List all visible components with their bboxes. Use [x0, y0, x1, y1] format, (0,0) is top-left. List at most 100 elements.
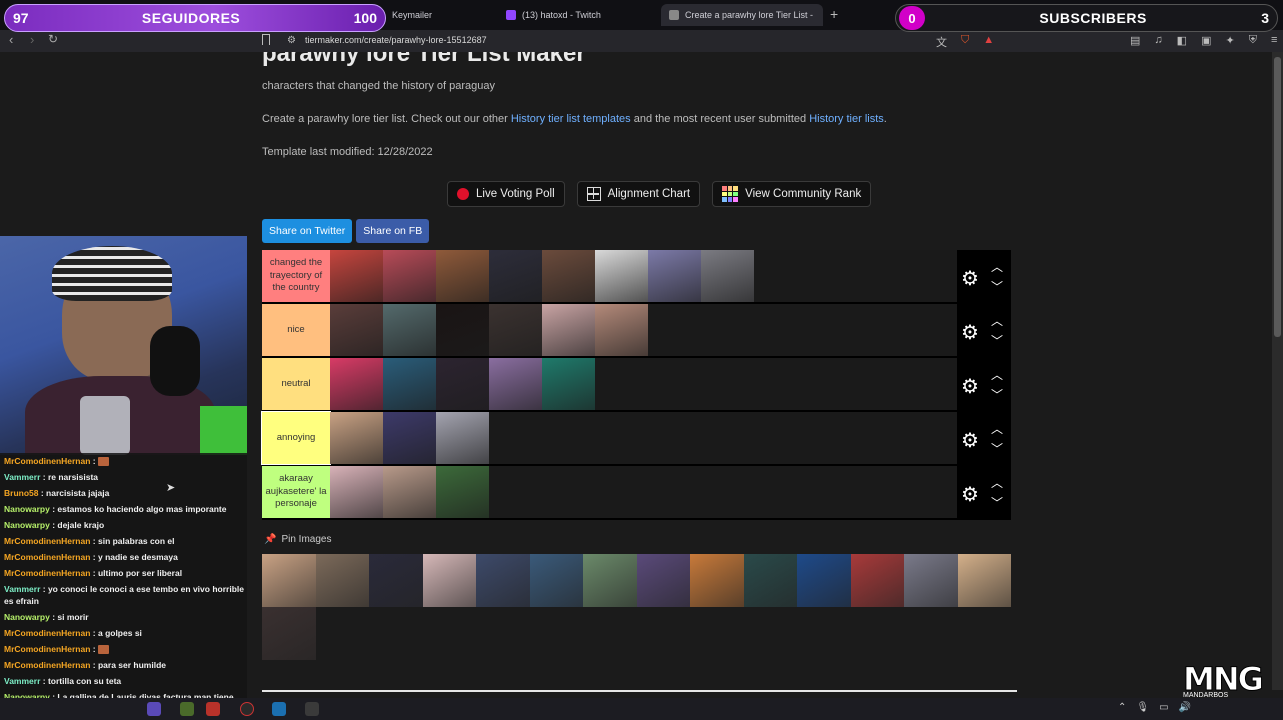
pin-images-toggle[interactable]: 📌 Pin Images [264, 534, 331, 545]
chevron-down-icon[interactable]: ﹀ [991, 278, 1003, 295]
chat-username[interactable]: MrComodinenHernan [4, 536, 90, 546]
url-field[interactable]: tiermaker.com/create/parawhy-lore-155126… [305, 35, 487, 45]
share-fb-button[interactable]: Share on FB [356, 219, 430, 243]
pool-item-image[interactable] [690, 554, 744, 607]
chat-username[interactable]: MrComodinenHernan [4, 568, 90, 578]
tier-item-image[interactable] [489, 304, 542, 356]
vpn-icon[interactable]: ⛨ [1249, 34, 1257, 47]
chevron-down-icon[interactable]: ﹀ [991, 494, 1003, 511]
tier-item-image[interactable] [436, 304, 489, 356]
tier-item-image[interactable] [701, 250, 754, 302]
network-icon[interactable]: ▭ [1159, 702, 1168, 713]
share-twitter-button[interactable]: Share on Twitter [262, 219, 353, 243]
tier-item-image[interactable] [383, 250, 436, 302]
community-rank-button[interactable]: View Community Rank [712, 181, 872, 207]
tier-item-image[interactable] [436, 358, 489, 410]
tier-item-image[interactable] [542, 250, 595, 302]
gear-icon[interactable]: ⚙ [961, 428, 979, 453]
pool-item-image[interactable] [262, 554, 316, 607]
steam-icon[interactable] [272, 702, 286, 716]
chevron-up-icon[interactable]: ︿ [991, 258, 1003, 275]
chat-username[interactable]: Nanowarpy [4, 520, 50, 530]
tier-item-image[interactable] [383, 466, 436, 518]
tier-item-image[interactable] [383, 358, 436, 410]
pool-item-image[interactable] [583, 554, 637, 607]
live-voting-button[interactable]: Live Voting Poll [447, 181, 565, 207]
pool-item-image[interactable] [797, 554, 851, 607]
extensions-icon[interactable]: ✦ [1225, 34, 1234, 47]
tab-twitch[interactable]: (13) hatoxd - Twitch [498, 4, 656, 26]
sidebar-icon[interactable]: ◧ [1177, 34, 1187, 47]
pool-item-image[interactable] [743, 554, 797, 607]
history-lists-link[interactable]: History tier lists [809, 113, 884, 125]
gear-icon[interactable]: ⚙ [961, 374, 979, 399]
obs-icon[interactable] [240, 702, 254, 716]
chevron-down-icon[interactable]: ﹀ [991, 332, 1003, 349]
tier-label[interactable]: nice [262, 304, 330, 356]
tier-item-image[interactable] [330, 466, 383, 518]
tier-item-image[interactable] [330, 304, 383, 356]
tier-item-image[interactable] [330, 250, 383, 302]
gear-icon[interactable]: ⚙ [961, 482, 979, 507]
menu-icon[interactable]: ≡ [1271, 34, 1277, 47]
tier-item-image[interactable] [542, 304, 595, 356]
pool-item-image[interactable] [957, 554, 1011, 607]
tier-item-image[interactable] [489, 358, 542, 410]
chevron-up-icon[interactable]: ⌃ [1118, 702, 1126, 713]
taskbar-app-icon[interactable] [180, 702, 194, 716]
pool-item-image[interactable] [262, 607, 316, 660]
tier-item-image[interactable] [436, 412, 489, 464]
pool-item-image[interactable] [476, 554, 530, 607]
chat-username[interactable]: Vammerr [4, 472, 40, 482]
chat-username[interactable]: MrComodinenHernan [4, 552, 90, 562]
page-scrollbar[interactable] [1272, 52, 1283, 690]
pool-item-image[interactable] [904, 554, 958, 607]
chat-username[interactable]: Nanowarpy [4, 504, 50, 514]
gear-icon[interactable]: ⚙ [961, 266, 979, 291]
back-icon[interactable]: ‹ [9, 32, 13, 47]
tier-item-image[interactable] [595, 250, 648, 302]
bookmark-icon[interactable] [262, 34, 270, 45]
chevron-up-icon[interactable]: ︿ [991, 474, 1003, 491]
tier-item-image[interactable] [489, 250, 542, 302]
alignment-chart-button[interactable]: Alignment Chart [576, 181, 701, 207]
tier-label[interactable]: neutral [262, 358, 330, 410]
chat-username[interactable]: Vammerr [4, 584, 40, 594]
wallet-icon[interactable]: ▣ [1201, 34, 1211, 47]
tab-tiermaker[interactable]: Create a parawhy lore Tier List - ✕ [661, 4, 823, 26]
tier-item-image[interactable] [595, 304, 648, 356]
chevron-up-icon[interactable]: ︿ [991, 420, 1003, 437]
tier-item-image[interactable] [648, 250, 701, 302]
reader-icon[interactable]: ▤ [1130, 34, 1140, 47]
tier-item-image[interactable] [436, 250, 489, 302]
translate-icon[interactable]: 文 [936, 34, 947, 50]
gear-icon[interactable]: ⚙ [961, 320, 979, 345]
reload-icon[interactable]: ↻ [48, 32, 58, 46]
pool-item-image[interactable] [369, 554, 423, 607]
forward-icon[interactable]: › [30, 32, 34, 47]
pool-item-image[interactable] [422, 554, 476, 607]
media-icon[interactable]: ♫ [1154, 34, 1162, 47]
volume-icon[interactable]: 🔊 [1179, 702, 1191, 713]
chevron-up-icon[interactable]: ︿ [991, 366, 1003, 383]
chat-username[interactable]: MrComodinenHernan [4, 644, 90, 654]
new-tab-icon[interactable]: + [830, 6, 838, 22]
tier-item-image[interactable] [542, 358, 595, 410]
tier-item-image[interactable] [383, 304, 436, 356]
pool-item-image[interactable] [315, 554, 369, 607]
history-templates-link[interactable]: History tier list templates [511, 113, 631, 125]
tier-item-image[interactable] [330, 358, 383, 410]
tier-label[interactable]: annoying [261, 411, 331, 465]
chevron-down-icon[interactable]: ﹀ [991, 386, 1003, 403]
taskbar-app-icon[interactable] [147, 702, 161, 716]
chat-username[interactable]: Vammerr [4, 676, 40, 686]
taskbar-app-icon[interactable] [206, 702, 220, 716]
taskbar-app-icon[interactable] [305, 702, 319, 716]
tier-item-image[interactable] [383, 412, 436, 464]
chat-username[interactable]: MrComodinenHernan [4, 628, 90, 638]
chat-username[interactable]: MrComodinenHernan [4, 660, 90, 670]
chat-username[interactable]: Nanowarpy [4, 612, 50, 622]
pool-item-image[interactable] [850, 554, 904, 607]
rewards-icon[interactable]: ▲ [983, 34, 994, 50]
chat-username[interactable]: Bruno58 [4, 488, 38, 498]
